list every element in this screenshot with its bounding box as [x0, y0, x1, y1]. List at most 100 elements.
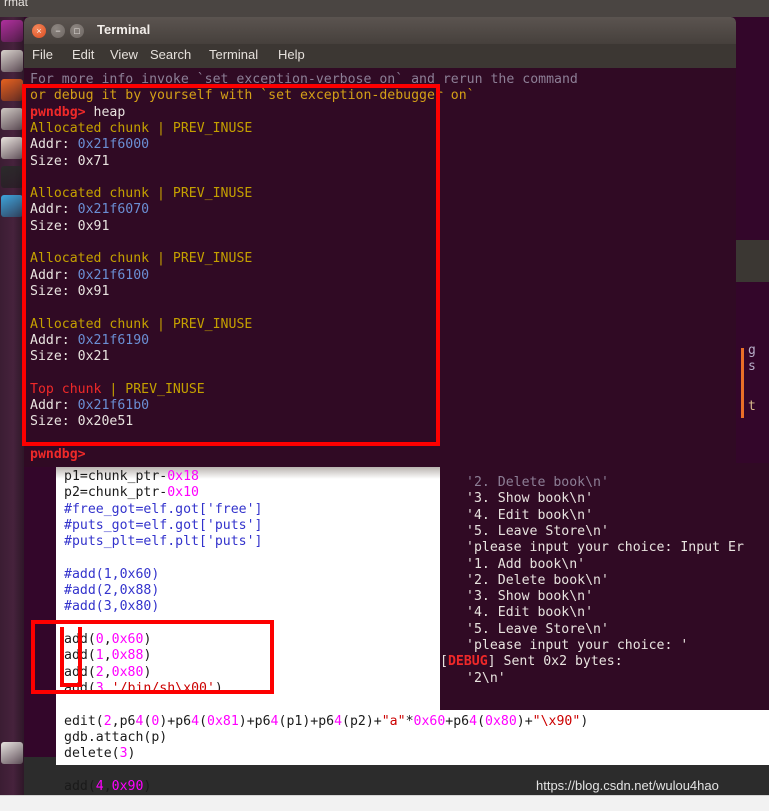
- code-line[interactable]: #puts_plt=elf.plt['puts']: [64, 534, 263, 550]
- debug-text: 'please input your choice: ': [466, 638, 689, 653]
- code-line[interactable]: add(1,0x88): [64, 648, 151, 664]
- terminal-line: Addr: 0x21f6100: [30, 268, 149, 284]
- debug-line: 'please input your choice: Input Er: [466, 540, 744, 556]
- code-line[interactable]: #add(2,0x88): [64, 583, 159, 599]
- code-number: 4: [191, 713, 200, 729]
- code-line[interactable]: [64, 551, 72, 567]
- code-line[interactable]: #free_got=elf.got['free']: [64, 502, 263, 518]
- code-line[interactable]: p1=chunk_ptr-0x18: [64, 469, 199, 485]
- close-icon[interactable]: ×: [32, 24, 46, 38]
- settings-icon[interactable]: [1, 108, 23, 130]
- background-text-s: s: [748, 359, 756, 374]
- code-text: add(: [64, 664, 96, 680]
- debug-line: '5. Leave Store\n': [466, 524, 609, 540]
- gimp-icon[interactable]: [1, 195, 23, 217]
- debug-text: '5. Leave Store\n': [466, 523, 609, 539]
- code-text: add(: [64, 632, 96, 647]
- code-line[interactable]: add(3,'/bin/sh\x00'): [64, 681, 223, 697]
- code-text: ): [143, 664, 152, 680]
- terminal-line: Size: 0x21: [30, 349, 109, 365]
- debug-tag: DEBUG: [447, 654, 488, 670]
- trash-icon[interactable]: [1, 742, 23, 764]
- addr-label: Addr:: [30, 267, 78, 283]
- terminal-titlebar[interactable]: × − □ Terminal: [24, 17, 736, 44]
- code-text: ): [143, 648, 152, 664]
- terminal-line: Size: 0x91: [30, 219, 109, 235]
- code-text: ): [143, 778, 152, 794]
- terminal-line: Addr: 0x21f6190: [30, 333, 149, 349]
- terminal-line: Allocated chunk | PREV_INUSE: [30, 251, 252, 267]
- maximize-glyph: □: [74, 26, 80, 36]
- window-title: Terminal: [97, 22, 151, 37]
- code-line[interactable]: add(0,0x60): [64, 632, 151, 648]
- code-text: delete(: [64, 746, 120, 762]
- terminal-line: For more info invoke `set exception-verb…: [30, 72, 578, 88]
- code-comment: #free_got=elf.got['free']: [64, 501, 263, 517]
- code-number: 0x80: [111, 664, 144, 680]
- menu-edit[interactable]: Edit: [72, 47, 94, 62]
- menu-file[interactable]: File: [32, 47, 53, 62]
- minimize-icon[interactable]: −: [51, 24, 65, 38]
- debug-text: '4. Edit book\n': [466, 605, 594, 621]
- terminal-line: Allocated chunk | PREV_INUSE: [30, 121, 252, 137]
- maximize-icon[interactable]: □: [70, 24, 84, 38]
- code-text: p1=chunk_ptr-: [64, 469, 168, 484]
- terminal-menubar[interactable]: File Edit View Search Terminal Help: [24, 44, 736, 68]
- code-line[interactable]: #puts_got=elf.got['puts']: [64, 518, 263, 534]
- code-line[interactable]: #add(1,0x60): [64, 567, 159, 583]
- debug-line: '4. Edit book\n': [466, 508, 593, 524]
- code-text: add(: [64, 680, 96, 696]
- terminal-line: Allocated chunk | PREV_INUSE: [30, 186, 252, 202]
- code-line[interactable]: p2=chunk_ptr-0x10: [64, 485, 199, 501]
- code-text: gdb.attach(p): [64, 729, 168, 745]
- menu-terminal[interactable]: Terminal: [209, 47, 258, 62]
- code-number: 0x60: [413, 713, 446, 729]
- code-number: 4: [95, 778, 104, 794]
- code-line[interactable]: #add(3,0x80): [64, 599, 159, 615]
- addr-value: 0x21f61b0: [77, 398, 150, 413]
- menu-search[interactable]: Search: [150, 47, 191, 62]
- code-number: 2: [103, 713, 112, 729]
- debug-text: '4. Edit book\n': [466, 507, 594, 523]
- code-line[interactable]: gdb.attach(p): [64, 730, 167, 746]
- debug-output-panel[interactable]: '2. Delete book\n' '3. Show book\n' '4. Ed…: [440, 463, 769, 710]
- code-line[interactable]: [64, 697, 72, 713]
- size-value: Size: 0x20e51: [30, 414, 134, 430]
- debug-line: '2. Delete book\n': [466, 475, 609, 491]
- code-text: p2=chunk_ptr-: [64, 485, 168, 501]
- code-line[interactable]: edit(2,p64(0)+p64(0x81)+p64(p1)+p64(p2)+…: [64, 714, 588, 730]
- terminal-icon[interactable]: [1, 166, 23, 188]
- code-comment: #puts_plt=elf.plt['puts']: [64, 534, 263, 550]
- terminal-window[interactable]: × − □ Terminal File Edit View Search Termina…: [24, 17, 736, 467]
- code-number: 0x80: [485, 713, 517, 729]
- menu-help[interactable]: Help: [278, 47, 305, 62]
- files-icon[interactable]: [1, 50, 23, 72]
- background-text-t: t: [748, 399, 756, 414]
- code-line[interactable]: [64, 616, 72, 632]
- debug-line: '5. Leave Store\n': [466, 622, 609, 638]
- code-number: 0x81: [207, 713, 239, 729]
- debug-line: 'please input your choice: ': [466, 638, 688, 654]
- addr-value: 0x21f6190: [77, 332, 150, 348]
- ubuntu-dash-icon[interactable]: [1, 20, 23, 42]
- code-text: (: [477, 713, 486, 729]
- watermark-url: https://blog.csdn.net/wulou4hao: [536, 778, 719, 793]
- terminal-output-area[interactable]: For more info invoke `set exception-verb…: [24, 68, 736, 467]
- debug-sent-text: ] Sent 0x2 bytes:: [487, 654, 623, 670]
- size-value: Size: 0x21: [30, 349, 110, 365]
- code-line[interactable]: [64, 762, 72, 778]
- chunk-flag-label: PREV_INUSE: [172, 186, 253, 202]
- unity-launcher[interactable]: [0, 17, 24, 810]
- code-line[interactable]: add(4,0x90): [64, 779, 151, 795]
- text-editor-icon[interactable]: [1, 137, 23, 159]
- code-line[interactable]: add(2,0x80): [64, 665, 151, 681]
- chunk-type-label: Allocated chunk: [30, 186, 150, 202]
- addr-value: 0x21f6070: [77, 202, 150, 218]
- background-text-g: g: [748, 343, 756, 358]
- debug-line: '3. Show book\n': [466, 491, 593, 507]
- firefox-icon[interactable]: [1, 79, 23, 101]
- chunk-flag-label: PREV_INUSE: [172, 316, 253, 332]
- menu-view[interactable]: View: [110, 47, 138, 62]
- code-line[interactable]: delete(3): [64, 746, 135, 762]
